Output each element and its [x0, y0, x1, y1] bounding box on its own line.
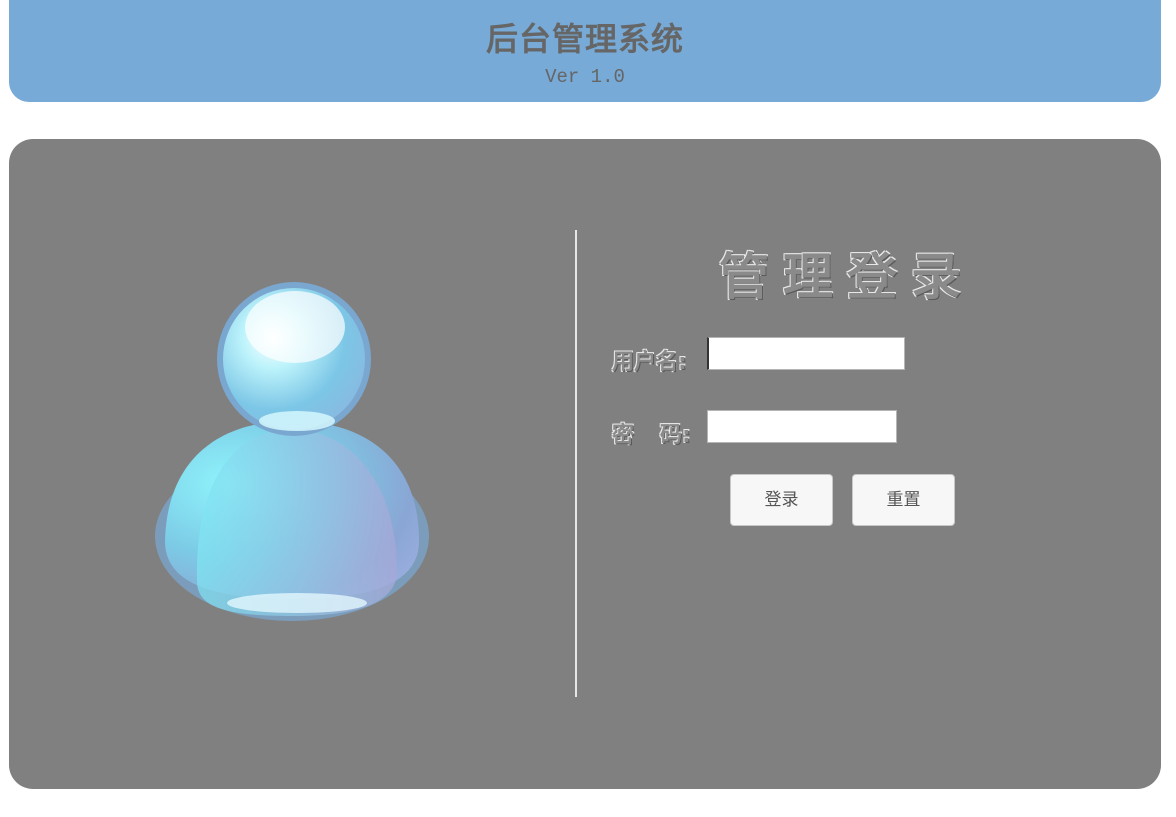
password-label-part1: 密 [612, 423, 635, 448]
username-input[interactable] [707, 337, 905, 370]
reset-button[interactable]: 重置 [852, 474, 955, 526]
username-label: 用户名: [612, 350, 687, 375]
password-label-part2: 码: [660, 423, 691, 448]
login-title: 管理登录 [719, 248, 975, 306]
panel-divider [575, 230, 577, 697]
password-input[interactable] [707, 410, 897, 443]
login-button[interactable]: 登录 [730, 474, 833, 526]
user-avatar-icon [155, 282, 429, 621]
header-banner: 后台管理系统 Ver 1.0 [9, 0, 1161, 102]
login-panel: 管理登录 用户名: 密码: 登录 重置 [9, 139, 1161, 789]
app-title: 后台管理系统 [485, 20, 684, 58]
version-label: Ver 1.0 [545, 66, 625, 88]
password-label: 密码: [612, 417, 691, 449]
